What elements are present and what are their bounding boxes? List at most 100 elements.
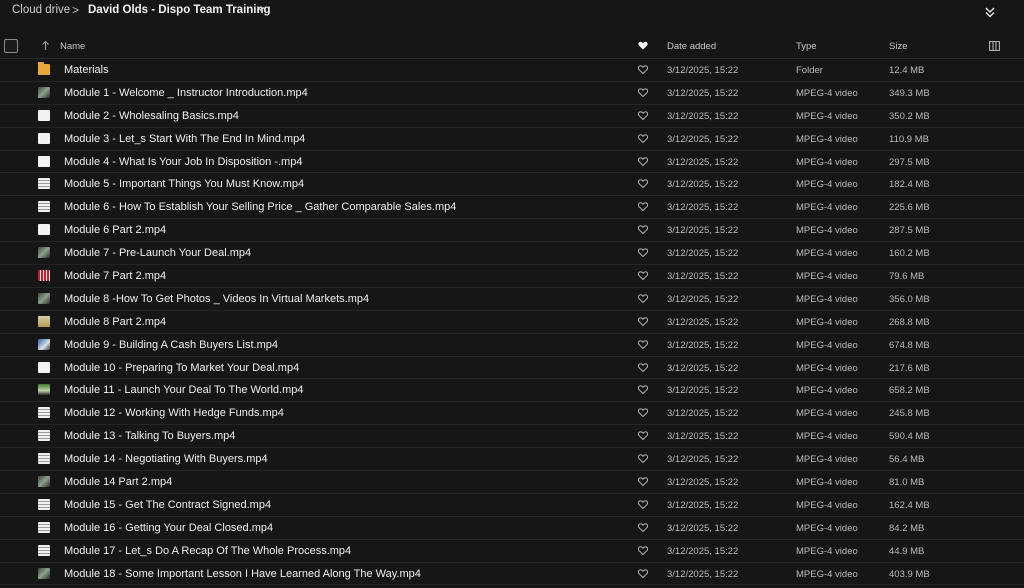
table-row[interactable]: Module 16 - Getting Your Deal Closed.mp4… <box>0 517 1024 540</box>
file-name[interactable]: Module 17 - Let_s Do A Recap Of The Whol… <box>64 545 351 557</box>
table-row[interactable]: Module 4 - What Is Your Job In Dispositi… <box>0 151 1024 174</box>
heart-outline-icon[interactable] <box>638 477 648 487</box>
file-name[interactable]: Module 2 - Wholesaling Basics.mp4 <box>64 110 239 122</box>
heart-outline-icon[interactable] <box>638 202 648 212</box>
table-row[interactable]: Module 13 - Talking To Buyers.mp4 3/12/20… <box>0 425 1024 449</box>
heart-outline-icon[interactable] <box>638 523 648 532</box>
file-size: 217.6 MB <box>889 362 930 374</box>
file-size: 225.6 MB <box>889 202 930 214</box>
heart-outline-icon[interactable] <box>638 362 648 372</box>
column-header-size[interactable]: Size <box>889 41 907 52</box>
columns-icon[interactable] <box>989 41 1000 51</box>
heart-outline-icon[interactable] <box>638 568 648 578</box>
table-row[interactable]: Module 1 - Welcome _ Instructor Introduc… <box>0 82 1024 105</box>
heart-outline-icon[interactable] <box>638 500 648 509</box>
file-name[interactable]: Module 6 Part 2.mp4 <box>64 224 166 236</box>
file-name[interactable]: Module 13 - Talking To Buyers.mp4 <box>64 430 235 442</box>
file-name[interactable]: Module 7 - Pre-Launch Your Deal.mp4 <box>64 247 251 259</box>
file-name[interactable]: Module 12 - Working With Hedge Funds.mp4 <box>64 407 284 419</box>
video-thumbnail <box>38 247 50 259</box>
file-name[interactable]: Module 6 - How To Establish Your Selling… <box>64 201 456 213</box>
table-row[interactable]: Module 8 -How To Get Photos _ Videos In … <box>0 288 1024 311</box>
chevron-down-icon[interactable] <box>256 4 266 14</box>
heart-outline-icon[interactable] <box>638 156 648 166</box>
heart-outline-icon[interactable] <box>638 134 648 143</box>
table-row[interactable]: Module 12 - Working With Hedge Funds.mp4… <box>0 402 1024 426</box>
file-type: MPEG-4 video <box>796 385 858 397</box>
table-row[interactable]: Module 3 - Let_s Start With The End In M… <box>0 128 1024 151</box>
table-row[interactable]: Module 2 - Wholesaling Basics.mp4 3/12/20… <box>0 105 1024 128</box>
breadcrumb-root-link[interactable]: Cloud drive <box>12 4 70 16</box>
heart-outline-icon[interactable] <box>638 248 648 258</box>
file-name[interactable]: Module 14 - Negotiating With Buyers.mp4 <box>64 453 268 465</box>
video-thumbnail <box>38 476 50 488</box>
table-row[interactable]: Module 5 - Important Things You Must Kno… <box>0 173 1024 197</box>
file-type: MPEG-4 video <box>796 202 858 214</box>
heart-outline-icon[interactable] <box>638 431 648 441</box>
heart-outline-icon[interactable] <box>638 546 648 555</box>
heart-outline-icon[interactable] <box>638 271 648 281</box>
heart-outline-icon[interactable] <box>638 111 648 120</box>
heart-outline-icon[interactable] <box>638 179 648 189</box>
heart-outline-icon[interactable] <box>638 225 648 235</box>
column-header-name[interactable]: Name <box>60 41 85 52</box>
double-chevron-down-icon[interactable] <box>983 5 997 19</box>
date-added: 3/12/2025, 15:22 <box>667 339 739 351</box>
table-row[interactable]: Module 15 - Get The Contract Signed.mp4 3… <box>0 494 1024 517</box>
file-name[interactable]: Module 3 - Let_s Start With The End In M… <box>64 133 305 145</box>
breadcrumb-current-folder[interactable]: David Olds - Dispo Team Training <box>88 4 271 16</box>
file-name[interactable]: Module 11 - Launch Your Deal To The Worl… <box>64 384 304 396</box>
file-name[interactable]: Module 5 - Important Things You Must Kno… <box>64 178 304 190</box>
file-name[interactable]: Module 8 -How To Get Photos _ Videos In … <box>64 293 369 305</box>
heart-filled-icon[interactable] <box>638 41 648 50</box>
date-added: 3/12/2025, 15:22 <box>667 454 739 466</box>
table-row[interactable]: Module 14 - Negotiating With Buyers.mp4 3… <box>0 448 1024 472</box>
heart-outline-icon[interactable] <box>638 340 648 349</box>
table-row[interactable]: Module 7 - Pre-Launch Your Deal.mp4 3/12/… <box>0 242 1024 266</box>
table-row[interactable]: Module 9 - Building A Cash Buyers List.m… <box>0 334 1024 357</box>
file-name[interactable]: Module 1 - Welcome _ Instructor Introduc… <box>64 87 308 99</box>
heart-outline-icon[interactable] <box>638 294 648 303</box>
date-added: 3/12/2025, 15:22 <box>667 316 739 328</box>
column-header-date-added[interactable]: Date added <box>667 41 716 52</box>
file-size: 56.4 MB <box>889 454 925 466</box>
file-name[interactable]: Module 10 - Preparing To Market Your Dea… <box>64 362 299 374</box>
heart-outline-icon[interactable] <box>638 88 648 97</box>
file-name[interactable]: Module 7 Part 2.mp4 <box>64 270 166 282</box>
file-name[interactable]: Module 18 - Some Important Lesson I Have… <box>64 568 421 580</box>
video-thumbnail <box>38 155 50 167</box>
date-added: 3/12/2025, 15:22 <box>667 499 739 511</box>
heart-outline-icon[interactable] <box>638 454 648 464</box>
table-row[interactable]: Module 18 - Some Important Lesson I Have… <box>0 563 1024 586</box>
file-name[interactable]: Module 9 - Building A Cash Buyers List.m… <box>64 339 278 351</box>
file-name[interactable]: Module 14 Part 2.mp4 <box>64 476 172 488</box>
date-added: 3/12/2025, 15:22 <box>667 408 739 420</box>
heart-outline-icon[interactable] <box>638 408 648 418</box>
table-row[interactable]: Module 6 - How To Establish Your Selling… <box>0 196 1024 220</box>
select-all-checkbox[interactable] <box>4 39 18 53</box>
table-row[interactable]: Module 8 Part 2.mp4 3/12/2025, 15:22 MPEG-… <box>0 311 1024 334</box>
table-row[interactable]: Module 17 - Let_s Do A Recap Of The Whol… <box>0 540 1024 563</box>
date-added: 3/12/2025, 15:22 <box>667 248 739 260</box>
column-header-type[interactable]: Type <box>796 41 817 52</box>
file-name[interactable]: Module 4 - What Is Your Job In Dispositi… <box>64 156 302 168</box>
heart-outline-icon[interactable] <box>638 65 648 74</box>
table-row[interactable]: Module 10 - Preparing To Market Your Dea… <box>0 357 1024 380</box>
table-row[interactable]: Module 11 - Launch Your Deal To The Worl… <box>0 379 1024 403</box>
table-row[interactable]: Module 7 Part 2.mp4 3/12/2025, 15:22 MPEG-… <box>0 265 1024 288</box>
file-size: 162.4 MB <box>889 499 930 511</box>
sort-arrow-up-icon[interactable] <box>41 40 50 51</box>
heart-outline-icon[interactable] <box>638 317 648 326</box>
file-name[interactable]: Module 16 - Getting Your Deal Closed.mp4 <box>64 522 273 534</box>
file-name[interactable]: Materials <box>64 64 109 76</box>
table-row[interactable]: Module 14 Part 2.mp4 3/12/2025, 15:22 MPEG… <box>0 471 1024 494</box>
table-row[interactable]: Module 6 Part 2.mp4 3/12/2025, 15:22 MPEG-… <box>0 219 1024 243</box>
heart-outline-icon[interactable] <box>638 385 648 395</box>
file-size: 674.8 MB <box>889 339 930 351</box>
file-name[interactable]: Module 15 - Get The Contract Signed.mp4 <box>64 499 271 511</box>
file-name[interactable]: Module 8 Part 2.mp4 <box>64 316 166 328</box>
file-type: MPEG-4 video <box>796 179 858 191</box>
video-thumbnail <box>38 384 50 396</box>
table-row[interactable]: Materials 3/12/2025, 15:22 Folder 12.4 MB <box>0 59 1024 82</box>
date-added: 3/12/2025, 15:22 <box>667 477 739 489</box>
